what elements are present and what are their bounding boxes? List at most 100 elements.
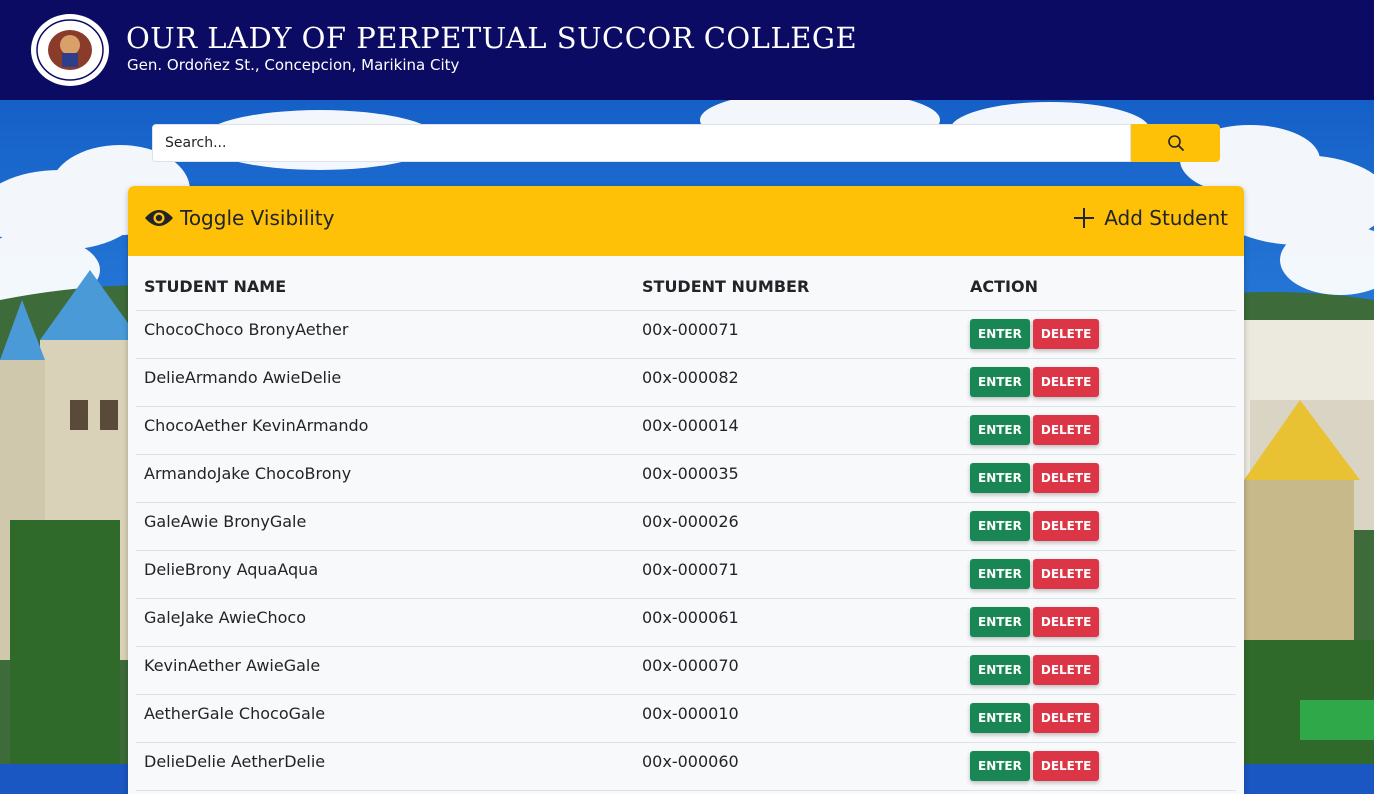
action-cell: ENTER DELETE — [962, 310, 1236, 359]
delete-button[interactable]: DELETE — [1032, 751, 1100, 781]
student-number: 00x-000071 — [642, 319, 739, 339]
table-header-row: STUDENT NAME STUDENT NUMBER ACTION — [136, 264, 1236, 311]
enter-button[interactable]: ENTER — [970, 751, 1030, 781]
enter-button[interactable]: ENTER — [970, 415, 1030, 445]
student-name: KevinAether AwieGale — [144, 655, 321, 675]
site-header: OUR LADY OF PERPETUAL SUCCOR COLLEGE Gen… — [0, 0, 1374, 100]
page: OUR LADY OF PERPETUAL SUCCOR COLLEGE Gen… — [0, 0, 1374, 794]
action-cell: ENTER DELETE — [962, 406, 1236, 455]
enter-button[interactable]: ENTER — [970, 511, 1030, 541]
student-number-cell: 00x-000070 — [634, 646, 962, 695]
action-cell: ENTER DELETE — [962, 646, 1236, 695]
delete-button[interactable]: DELETE — [1032, 511, 1100, 541]
student-name: ChocoAether KevinArmando — [144, 415, 369, 435]
student-number-cell: 00x-000060 — [634, 742, 962, 791]
enter-button[interactable]: ENTER — [970, 655, 1030, 685]
student-number: 00x-000082 — [642, 367, 739, 387]
college-address: Gen. Ordoñez St., Concepcion, Marikina C… — [127, 56, 460, 74]
student-name-cell: DelieBrony AquaAqua — [136, 550, 634, 599]
delete-button[interactable]: DELETE — [1032, 703, 1100, 733]
delete-button[interactable]: DELETE — [1032, 463, 1100, 493]
student-name-cell: KevinAether AwieGale — [136, 646, 634, 695]
add-student-button[interactable]: Add Student — [1072, 203, 1228, 233]
enter-button[interactable]: ENTER — [970, 607, 1030, 637]
plus-icon — [1072, 206, 1096, 230]
table-row: ArmandoJake ChocoBrony 00x-000035 ENTER D… — [136, 454, 1236, 503]
student-name: DelieArmando AwieDelie — [144, 367, 342, 387]
table-row: DelieBrony AquaAqua 00x-000071 ENTER DELE… — [136, 550, 1236, 599]
student-name: GaleJake AwieChoco — [144, 607, 306, 627]
action-cell: ENTER DELETE — [962, 742, 1236, 791]
student-number: 00x-000061 — [642, 607, 739, 627]
student-number-cell: 00x-000071 — [634, 310, 962, 359]
student-number: 00x-000014 — [642, 415, 739, 435]
student-number: 00x-000071 — [642, 559, 739, 579]
student-name-cell: ChocoAether KevinArmando — [136, 406, 634, 455]
enter-button[interactable]: ENTER — [970, 559, 1030, 589]
student-name-cell: GaleJake AwieChoco — [136, 598, 634, 647]
student-number: 00x-000035 — [642, 463, 739, 483]
student-table: STUDENT NAME STUDENT NUMBER ACTION Choco… — [136, 264, 1236, 791]
student-number-cell: 00x-000026 — [634, 502, 962, 551]
enter-button[interactable]: ENTER — [970, 367, 1030, 397]
college-seal-icon — [30, 13, 110, 87]
student-name: DelieBrony AquaAqua — [144, 559, 319, 579]
student-number: 00x-000060 — [642, 751, 739, 771]
table-row: AetherGale ChocoGale 00x-000010 ENTER DEL… — [136, 694, 1236, 743]
student-name-cell: DelieArmando AwieDelie — [136, 358, 634, 407]
action-cell: ENTER DELETE — [962, 598, 1236, 647]
table-row: ChocoAether KevinArmando 00x-000014 ENTE… — [136, 406, 1236, 455]
delete-button[interactable]: DELETE — [1032, 655, 1100, 685]
action-cell: ENTER DELETE — [962, 502, 1236, 551]
delete-button[interactable]: DELETE — [1032, 559, 1100, 589]
student-number-cell: 00x-000014 — [634, 406, 962, 455]
student-number-cell: 00x-000010 — [634, 694, 962, 743]
student-name-cell: ArmandoJake ChocoBrony — [136, 454, 634, 503]
table-row: DelieArmando AwieDelie 00x-000082 ENTER D… — [136, 358, 1236, 407]
delete-button[interactable]: DELETE — [1032, 319, 1100, 349]
student-number-cell: 00x-000061 — [634, 598, 962, 647]
add-student-label: Add Student — [1104, 206, 1228, 230]
student-name: ArmandoJake ChocoBrony — [144, 463, 352, 483]
student-name-cell: AetherGale ChocoGale — [136, 694, 634, 743]
search-icon — [1167, 134, 1185, 152]
search-input[interactable] — [152, 124, 1131, 162]
toggle-visibility-label: Toggle Visibility — [180, 206, 335, 230]
table-row: DelieDelie AetherDelie 00x-000060 ENTER D… — [136, 742, 1236, 791]
enter-button[interactable]: ENTER — [970, 319, 1030, 349]
search-bar — [152, 124, 1220, 162]
delete-button[interactable]: DELETE — [1032, 367, 1100, 397]
table-row: ChocoChoco BronyAether 00x-000071 ENTER D… — [136, 310, 1236, 359]
delete-button[interactable]: DELETE — [1032, 415, 1100, 445]
table-row: KevinAether AwieGale 00x-000070 ENTER DEL… — [136, 646, 1236, 695]
student-name-cell: GaleAwie BronyGale — [136, 502, 634, 551]
student-panel: Toggle Visibility Add Student STUDENT NA… — [128, 186, 1244, 794]
student-name: ChocoChoco BronyAether — [144, 319, 349, 339]
action-cell: ENTER DELETE — [962, 358, 1236, 407]
eye-icon — [144, 208, 174, 228]
student-number-cell: 00x-000082 — [634, 358, 962, 407]
table-row: GaleJake AwieChoco 00x-000061 ENTER DELET… — [136, 598, 1236, 647]
student-name-cell: ChocoChoco BronyAether — [136, 310, 634, 359]
enter-button[interactable]: ENTER — [970, 703, 1030, 733]
action-cell: ENTER DELETE — [962, 550, 1236, 599]
delete-button[interactable]: DELETE — [1032, 607, 1100, 637]
student-number-cell: 00x-000071 — [634, 550, 962, 599]
student-number-cell: 00x-000035 — [634, 454, 962, 503]
student-name: GaleAwie BronyGale — [144, 511, 307, 531]
enter-button[interactable]: ENTER — [970, 463, 1030, 493]
column-header-student-name: STUDENT NAME — [136, 264, 634, 311]
student-number: 00x-000070 — [642, 655, 739, 675]
student-name: AetherGale ChocoGale — [144, 703, 326, 723]
student-number: 00x-000026 — [642, 511, 739, 531]
search-button[interactable] — [1131, 124, 1220, 162]
table-row: GaleAwie BronyGale 00x-000026 ENTER DELET… — [136, 502, 1236, 551]
student-name-cell: DelieDelie AetherDelie — [136, 742, 634, 791]
student-number: 00x-000010 — [642, 703, 739, 723]
college-name: OUR LADY OF PERPETUAL SUCCOR COLLEGE — [126, 21, 858, 55]
action-cell: ENTER DELETE — [962, 694, 1236, 743]
student-name: DelieDelie AetherDelie — [144, 751, 326, 771]
column-header-student-number: STUDENT NUMBER — [634, 264, 962, 311]
action-cell: ENTER DELETE — [962, 454, 1236, 503]
toggle-visibility-button[interactable]: Toggle Visibility — [144, 203, 334, 233]
